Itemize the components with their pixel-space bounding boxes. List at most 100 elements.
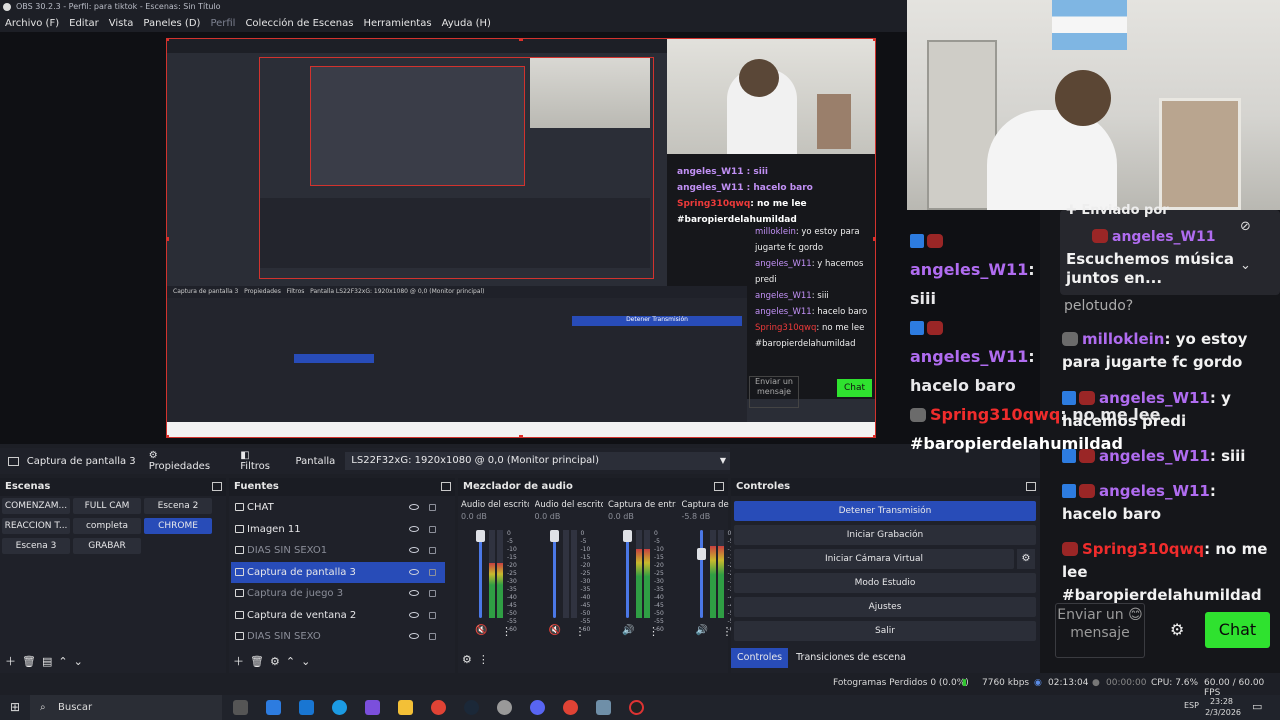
source-item[interactable]: Captura de pantalla 3 — [231, 561, 445, 583]
chat-send-button[interactable]: Chat — [1205, 612, 1270, 648]
chat-settings-gear-icon[interactable]: ⚙ — [1170, 620, 1184, 639]
move-up-icon[interactable]: ⌃ — [58, 655, 67, 668]
chrome-icon[interactable] — [431, 700, 446, 715]
eye-icon[interactable] — [409, 568, 419, 575]
add-icon[interactable]: ＋ — [233, 653, 244, 669]
control-button[interactable]: Ajustes — [734, 597, 1036, 617]
move-down-icon[interactable]: ⌄ — [74, 655, 83, 668]
volume-slider[interactable] — [623, 530, 632, 618]
menu-item[interactable]: Archivo (F) — [0, 18, 64, 29]
task-view-icon[interactable] — [233, 700, 248, 715]
properties-button[interactable]: ⚙ Propiedades — [149, 450, 221, 472]
scene-button[interactable]: CHROME — [144, 518, 212, 534]
settings-icon[interactable] — [497, 700, 512, 715]
gear-icon[interactable]: ⚙ — [270, 655, 280, 668]
muted-speaker-icon[interactable]: 🔇 — [475, 625, 487, 636]
menu-item[interactable]: Vista — [104, 18, 139, 29]
virtual-camera-settings-gear-icon[interactable]: ⚙ — [1017, 549, 1035, 569]
lock-icon[interactable] — [429, 504, 436, 511]
more-icon[interactable]: ⋮ — [501, 625, 512, 638]
menu-item[interactable]: Herramientas — [358, 18, 436, 29]
menu-item[interactable]: Paneles (D) — [138, 18, 205, 29]
scene-button[interactable]: COMENZAM... — [2, 498, 70, 514]
control-button[interactable]: Iniciar Grabación — [734, 525, 1036, 545]
eye-icon[interactable] — [409, 504, 419, 510]
source-item[interactable]: Captura de ventana 2 — [231, 605, 445, 626]
windows-start-icon[interactable]: ⊞ — [10, 700, 20, 714]
undock-icon[interactable] — [1026, 482, 1036, 491]
control-button[interactable]: Detener Transmisión — [734, 501, 1036, 521]
volume-slider[interactable] — [549, 530, 559, 618]
chevron-down-icon[interactable]: ⌄ — [1240, 258, 1251, 273]
control-button[interactable]: Iniciar Cámara Virtual — [734, 549, 1014, 569]
lock-icon[interactable] — [429, 525, 436, 533]
lock-icon[interactable] — [429, 633, 436, 640]
scene-button[interactable]: Escena 3 — [2, 538, 70, 554]
scene-button[interactable]: REACCION T... — [2, 518, 70, 534]
lock-icon[interactable] — [429, 611, 436, 619]
clock-time[interactable]: 23:28 — [1205, 697, 1233, 706]
menu-item[interactable]: Ayuda (H) — [437, 18, 496, 29]
chrome-profile-icon[interactable] — [563, 700, 578, 715]
taskbar-search[interactable]: ⌕ Buscar — [30, 695, 222, 720]
lock-icon[interactable] — [429, 547, 436, 554]
lock-icon[interactable] — [429, 568, 436, 576]
tab-transitions[interactable]: Transiciones de escena — [788, 648, 914, 668]
scene-button[interactable]: Escena 2 — [144, 498, 212, 514]
outlook-icon[interactable] — [299, 700, 314, 715]
control-button[interactable]: Salir — [734, 621, 1036, 641]
chat-input[interactable]: Enviar un 😊 mensaje — [1055, 603, 1145, 658]
steam-icon[interactable] — [464, 700, 479, 715]
clock-date[interactable]: 2/3/2026 — [1205, 708, 1241, 717]
scene-button[interactable]: GRABAR — [73, 538, 141, 554]
discord-icon[interactable] — [530, 700, 545, 715]
eye-icon[interactable] — [409, 525, 419, 532]
menu-item[interactable]: Perfil — [205, 18, 240, 29]
more-icon[interactable]: ⋮ — [648, 625, 659, 638]
filters-button[interactable]: ◧ Filtros — [240, 450, 281, 472]
source-item[interactable]: CHAT — [231, 497, 445, 518]
control-button[interactable]: Modo Estudio — [734, 573, 1036, 593]
undock-icon[interactable] — [441, 482, 451, 491]
lock-icon[interactable] — [429, 590, 436, 597]
menu-item[interactable]: Colección de Escenas — [240, 18, 358, 29]
speaker-icon[interactable]: 🔊 — [622, 625, 634, 636]
tab-controls[interactable]: Controles — [731, 648, 789, 668]
move-down-icon[interactable]: ⌄ — [301, 655, 310, 668]
trash-icon[interactable]: 🗑 — [22, 655, 36, 668]
undock-icon[interactable] — [714, 482, 724, 491]
move-up-icon[interactable]: ⌃ — [286, 655, 295, 668]
store-icon[interactable] — [266, 700, 281, 715]
notification-icon[interactable]: ▭ — [1252, 700, 1262, 713]
muted-speaker-icon[interactable]: 🔇 — [549, 625, 561, 636]
edge-icon[interactable] — [332, 700, 347, 715]
eye-hidden-icon[interactable] — [409, 633, 419, 639]
more-icon[interactable]: ⋮ — [478, 653, 489, 666]
volume-slider[interactable] — [476, 530, 485, 618]
add-icon[interactable]: ＋ — [5, 653, 16, 669]
hide-pin-icon[interactable]: ⊘ — [1240, 219, 1251, 234]
volume-slider[interactable] — [696, 530, 706, 618]
source-item[interactable]: DIAS SIN SEXO — [231, 626, 445, 647]
eye-hidden-icon[interactable] — [409, 547, 419, 553]
speaker-icon[interactable]: 🔊 — [696, 625, 708, 636]
scene-button[interactable]: FULL CAM — [73, 498, 141, 514]
calculator-icon[interactable] — [596, 700, 611, 715]
eye-hidden-icon[interactable] — [409, 590, 419, 596]
language-indicator[interactable]: ESP — [1184, 701, 1199, 710]
eye-icon[interactable] — [409, 611, 419, 618]
source-item[interactable]: DIAS SIN SEXO1 — [231, 540, 445, 561]
display-select[interactable]: LS22F32xG: 1920x1080 @ 0,0 (Monitor prin… — [345, 452, 730, 470]
source-item[interactable]: Imagen 11 — [231, 519, 445, 540]
copilot-icon[interactable] — [365, 700, 380, 715]
obs-taskbar-icon[interactable] — [629, 700, 644, 715]
menu-item[interactable]: Editar — [64, 18, 104, 29]
trash-icon[interactable]: 🗑 — [250, 655, 264, 668]
scene-button[interactable]: completa — [73, 518, 141, 534]
file-explorer-icon[interactable] — [398, 700, 413, 715]
filter-icon[interactable]: ▤ — [42, 655, 52, 668]
gear-icon[interactable]: ⚙ — [462, 653, 472, 666]
source-item[interactable]: Captura de juego 3 — [231, 583, 445, 604]
undock-icon[interactable] — [212, 482, 222, 491]
more-icon[interactable]: ⋮ — [575, 625, 586, 638]
